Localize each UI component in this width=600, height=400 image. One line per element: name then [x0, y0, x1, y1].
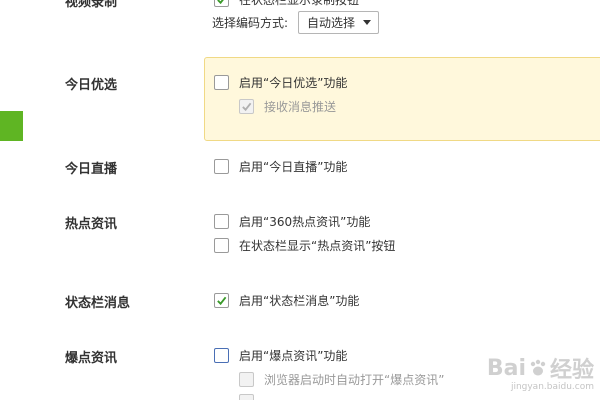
checkbox-unchecked-icon[interactable]	[214, 159, 229, 174]
option-label: 启用“今日优选”功能	[239, 76, 348, 90]
option-receive-push[interactable]: 接收消息推送	[239, 98, 336, 115]
option-label: 浏览器启动时自动打开“爆点资讯”	[264, 373, 445, 387]
checkbox-unchecked-icon[interactable]	[214, 214, 229, 229]
option-show-hot-news-button[interactable]: 在状态栏显示“热点资讯”按钮	[214, 237, 395, 254]
option-label: 启用“今日直播”功能	[239, 160, 348, 174]
option-enable-burst-news[interactable]: 启用“爆点资讯”功能	[214, 347, 347, 364]
baidu-jingyan-watermark: Bai 经验 jingyan.baidu.com	[486, 352, 594, 393]
checkbox-checked-icon[interactable]	[214, 293, 229, 308]
encoding-label: 选择编码方式:	[212, 16, 289, 30]
option-label: 启用“爆点资讯”功能	[239, 349, 348, 363]
option-label: 启用“状态栏消息”功能	[239, 294, 360, 308]
encoding-row: 选择编码方式: 自动选择	[212, 11, 380, 34]
checkbox-checked-icon[interactable]	[214, 0, 229, 7]
checkbox-unchecked-disabled-icon[interactable]	[239, 372, 254, 387]
section-label-today-live: 今日直播	[65, 162, 118, 177]
option-show-record-button[interactable]: 在状态栏显示录制按钮	[214, 0, 359, 8]
option-enable-today-pick[interactable]: 启用“今日优选”功能	[214, 74, 347, 91]
paw-icon	[530, 359, 546, 376]
option-label: 启用“360热点资讯”功能	[239, 215, 371, 229]
option-label: 在状态栏显示录制按钮	[239, 0, 360, 7]
checkbox-unchecked-focused-icon[interactable]	[214, 348, 229, 363]
watermark-brand-left: Bai	[486, 355, 526, 381]
checkbox-unchecked-icon[interactable]	[214, 238, 229, 253]
watermark-brand-right: 经验	[549, 358, 594, 383]
option-clipped-bottom[interactable]	[239, 394, 264, 400]
caret-down-icon	[363, 20, 372, 25]
encoding-select[interactable]: 自动选择	[298, 11, 380, 34]
sidebar-active-indicator	[0, 111, 23, 141]
section-label-status-message: 状态栏消息	[65, 296, 131, 311]
checkbox-unchecked-icon[interactable]	[214, 75, 229, 90]
option-auto-open-burst-news[interactable]: 浏览器启动时自动打开“爆点资讯”	[239, 371, 444, 388]
option-enable-today-live[interactable]: 启用“今日直播”功能	[214, 158, 347, 175]
settings-page: 视频录制 在状态栏显示录制按钮 选择编码方式: 自动选择 今日优选 启用“今日优…	[0, 0, 600, 400]
section-label-video-record: 视频录制	[65, 0, 118, 10]
section-label-hot-news: 热点资讯	[65, 217, 118, 232]
checkbox-unchecked-disabled-icon[interactable]	[239, 394, 254, 400]
option-label: 在状态栏显示“热点资讯”按钮	[239, 239, 396, 253]
section-label-today-pick: 今日优选	[65, 78, 118, 93]
option-label: 接收消息推送	[264, 100, 337, 114]
option-enable-hot-news[interactable]: 启用“360热点资讯”功能	[214, 213, 370, 230]
option-enable-status-message[interactable]: 启用“状态栏消息”功能	[214, 292, 359, 309]
checkbox-checked-disabled-icon[interactable]	[239, 99, 254, 114]
watermark-url: jingyan.baidu.com	[510, 382, 594, 392]
encoding-select-value: 自动选择	[307, 16, 356, 30]
section-label-burst-news: 爆点资讯	[65, 351, 118, 366]
